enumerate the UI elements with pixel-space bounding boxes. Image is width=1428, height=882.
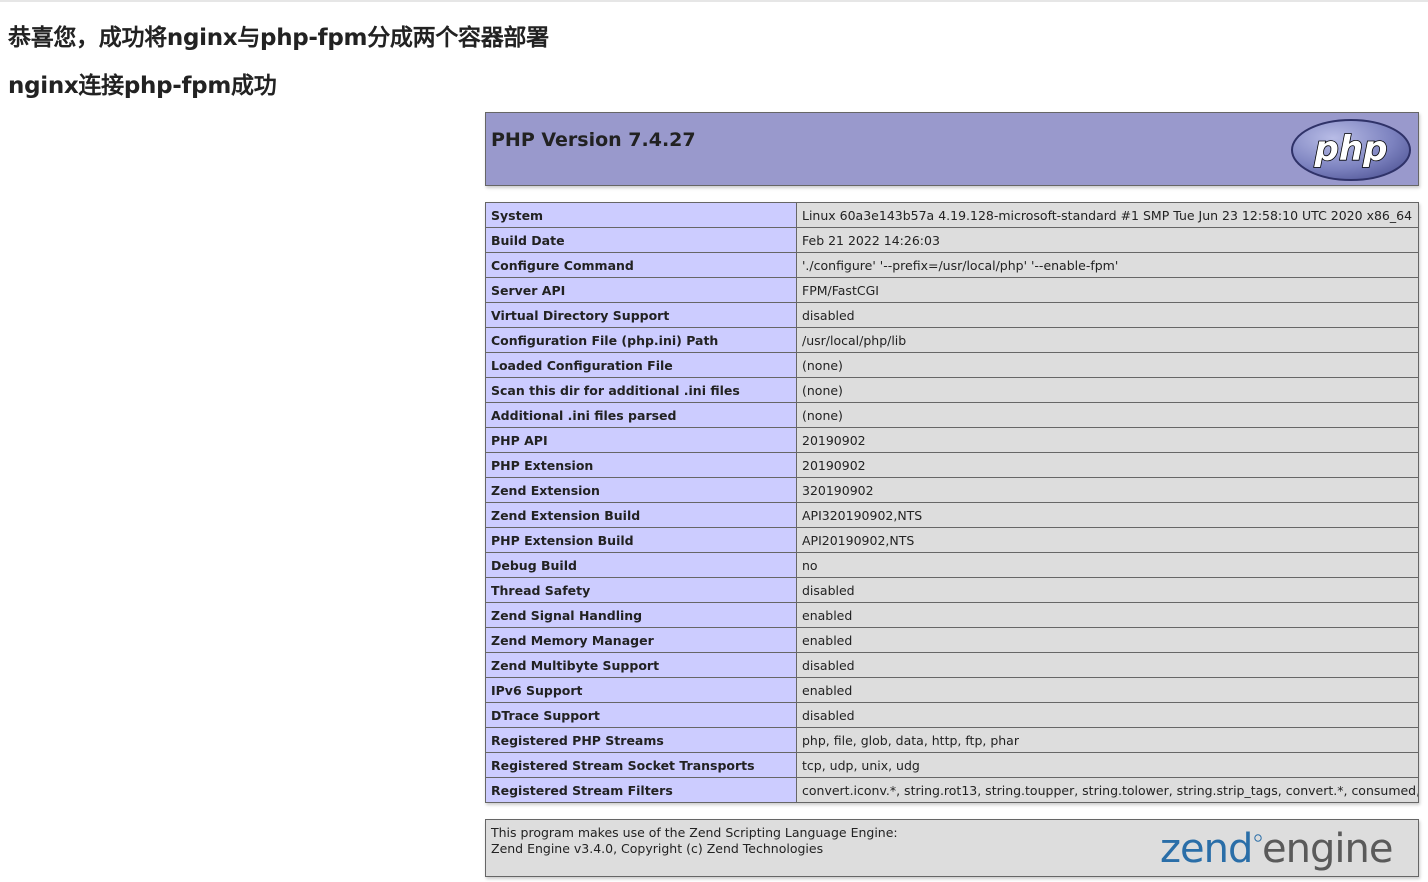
zend-engine-box: This program makes use of the Zend Scrip… xyxy=(485,819,1419,877)
row-key: Zend Memory Manager xyxy=(485,627,797,653)
table-row: Registered Stream Socket Transports tcp, … xyxy=(485,752,1419,778)
php-version-title: PHP Version 7.4.27 xyxy=(491,129,696,151)
row-key: Zend Multibyte Support xyxy=(485,652,797,678)
row-key: PHP Extension xyxy=(485,452,797,478)
row-value: Linux 60a3e143b57a 4.19.128-microsoft-st… xyxy=(796,202,1419,228)
row-key: Registered Stream Socket Transports xyxy=(485,752,797,778)
table-row: Zend Signal Handling enabled xyxy=(485,602,1419,628)
row-key: Registered Stream Filters xyxy=(485,777,797,803)
row-value: (none) xyxy=(796,377,1419,403)
php-version-header: PHP Version 7.4.27 php xyxy=(485,112,1419,186)
row-value: tcp, udp, unix, udg xyxy=(796,752,1419,778)
table-row: PHP Extension 20190902 xyxy=(485,452,1419,478)
row-key: Loaded Configuration File xyxy=(485,352,797,378)
table-row: Debug Build no xyxy=(485,552,1419,578)
row-value: disabled xyxy=(796,302,1419,328)
table-row: Zend Memory Manager enabled xyxy=(485,627,1419,653)
row-key: Configure Command xyxy=(485,252,797,278)
row-key: Additional .ini files parsed xyxy=(485,402,797,428)
row-key: System xyxy=(485,202,797,228)
page-heading-secondary: nginx连接php-fpm成功 xyxy=(8,73,277,99)
registered-mark-icon xyxy=(1254,834,1262,842)
table-row: Virtual Directory Support disabled xyxy=(485,302,1419,328)
row-key: PHP Extension Build xyxy=(485,527,797,553)
row-key: Thread Safety xyxy=(485,577,797,603)
row-value: disabled xyxy=(796,652,1419,678)
table-row: PHP API 20190902 xyxy=(485,427,1419,453)
row-value: Feb 21 2022 14:26:03 xyxy=(796,227,1419,253)
row-key: Server API xyxy=(485,277,797,303)
row-value: /usr/local/php/lib xyxy=(796,327,1419,353)
table-row: DTrace Support disabled xyxy=(485,702,1419,728)
zend-logo-word-zend: zend xyxy=(1160,826,1252,872)
row-key: Scan this dir for additional .ini files xyxy=(485,377,797,403)
row-value: convert.iconv.*, string.rot13, string.to… xyxy=(796,777,1419,803)
php-info-table: System Linux 60a3e143b57a 4.19.128-micros… xyxy=(485,202,1419,803)
row-value: 320190902 xyxy=(796,477,1419,503)
row-value: FPM/FastCGI xyxy=(796,277,1419,303)
row-value: no xyxy=(796,552,1419,578)
zend-logo-word-engine: engine xyxy=(1262,826,1392,872)
table-row: Zend Extension 320190902 xyxy=(485,477,1419,503)
php-info-table-body: System Linux 60a3e143b57a 4.19.128-micros… xyxy=(485,202,1419,803)
table-row: Configure Command './configure' '--prefix… xyxy=(485,252,1419,278)
row-value: API320190902,NTS xyxy=(796,502,1419,528)
zend-engine-logo-icon: zend engine xyxy=(1160,826,1393,872)
top-divider xyxy=(0,0,1428,2)
row-key: DTrace Support xyxy=(485,702,797,728)
php-logo-icon: php xyxy=(1291,119,1411,181)
row-value: enabled xyxy=(796,627,1419,653)
table-row: Thread Safety disabled xyxy=(485,577,1419,603)
row-key: Zend Signal Handling xyxy=(485,602,797,628)
row-key: Zend Extension Build xyxy=(485,502,797,528)
table-row: IPv6 Support enabled xyxy=(485,677,1419,703)
row-value: php, file, glob, data, http, ftp, phar xyxy=(796,727,1419,753)
zend-engine-line-2: Zend Engine v3.4.0, Copyright (c) Zend T… xyxy=(491,841,824,856)
row-key: Build Date xyxy=(485,227,797,253)
row-key: Zend Extension xyxy=(485,477,797,503)
table-row: Loaded Configuration File (none) xyxy=(485,352,1419,378)
zend-engine-text: This program makes use of the Zend Scrip… xyxy=(491,825,898,857)
row-value: (none) xyxy=(796,352,1419,378)
row-key: Registered PHP Streams xyxy=(485,727,797,753)
row-value: disabled xyxy=(796,577,1419,603)
row-value: enabled xyxy=(796,677,1419,703)
table-row: Zend Extension Build API320190902,NTS xyxy=(485,502,1419,528)
table-row: Build Date Feb 21 2022 14:26:03 xyxy=(485,227,1419,253)
table-row: Additional .ini files parsed (none) xyxy=(485,402,1419,428)
row-key: Debug Build xyxy=(485,552,797,578)
table-row: System Linux 60a3e143b57a 4.19.128-micros… xyxy=(485,202,1419,228)
table-row: Registered Stream Filters convert.iconv.*… xyxy=(485,777,1419,803)
table-row: Scan this dir for additional .ini files(… xyxy=(485,377,1419,403)
row-key: Configuration File (php.ini) Path xyxy=(485,327,797,353)
row-key: PHP API xyxy=(485,427,797,453)
table-row: Zend Multibyte Support disabled xyxy=(485,652,1419,678)
row-value: enabled xyxy=(796,602,1419,628)
row-key: IPv6 Support xyxy=(485,677,797,703)
row-value: disabled xyxy=(796,702,1419,728)
row-value: 20190902 xyxy=(796,427,1419,453)
page-heading-primary: 恭喜您，成功将nginx与php-fpm分成两个容器部署 xyxy=(8,25,549,51)
zend-engine-line-1: This program makes use of the Zend Scrip… xyxy=(491,825,898,840)
table-row: PHP Extension Build API20190902,NTS xyxy=(485,527,1419,553)
row-key: Virtual Directory Support xyxy=(485,302,797,328)
row-value: './configure' '--prefix=/usr/local/php' … xyxy=(796,252,1419,278)
row-value: (none) xyxy=(796,402,1419,428)
row-value: API20190902,NTS xyxy=(796,527,1419,553)
table-row: Server API FPM/FastCGI xyxy=(485,277,1419,303)
table-row: Registered PHP Streams php, file, glob, d… xyxy=(485,727,1419,753)
row-value: 20190902 xyxy=(796,452,1419,478)
php-logo-text: php xyxy=(1314,129,1388,169)
table-row: Configuration File (php.ini) Path/usr/lo… xyxy=(485,327,1419,353)
